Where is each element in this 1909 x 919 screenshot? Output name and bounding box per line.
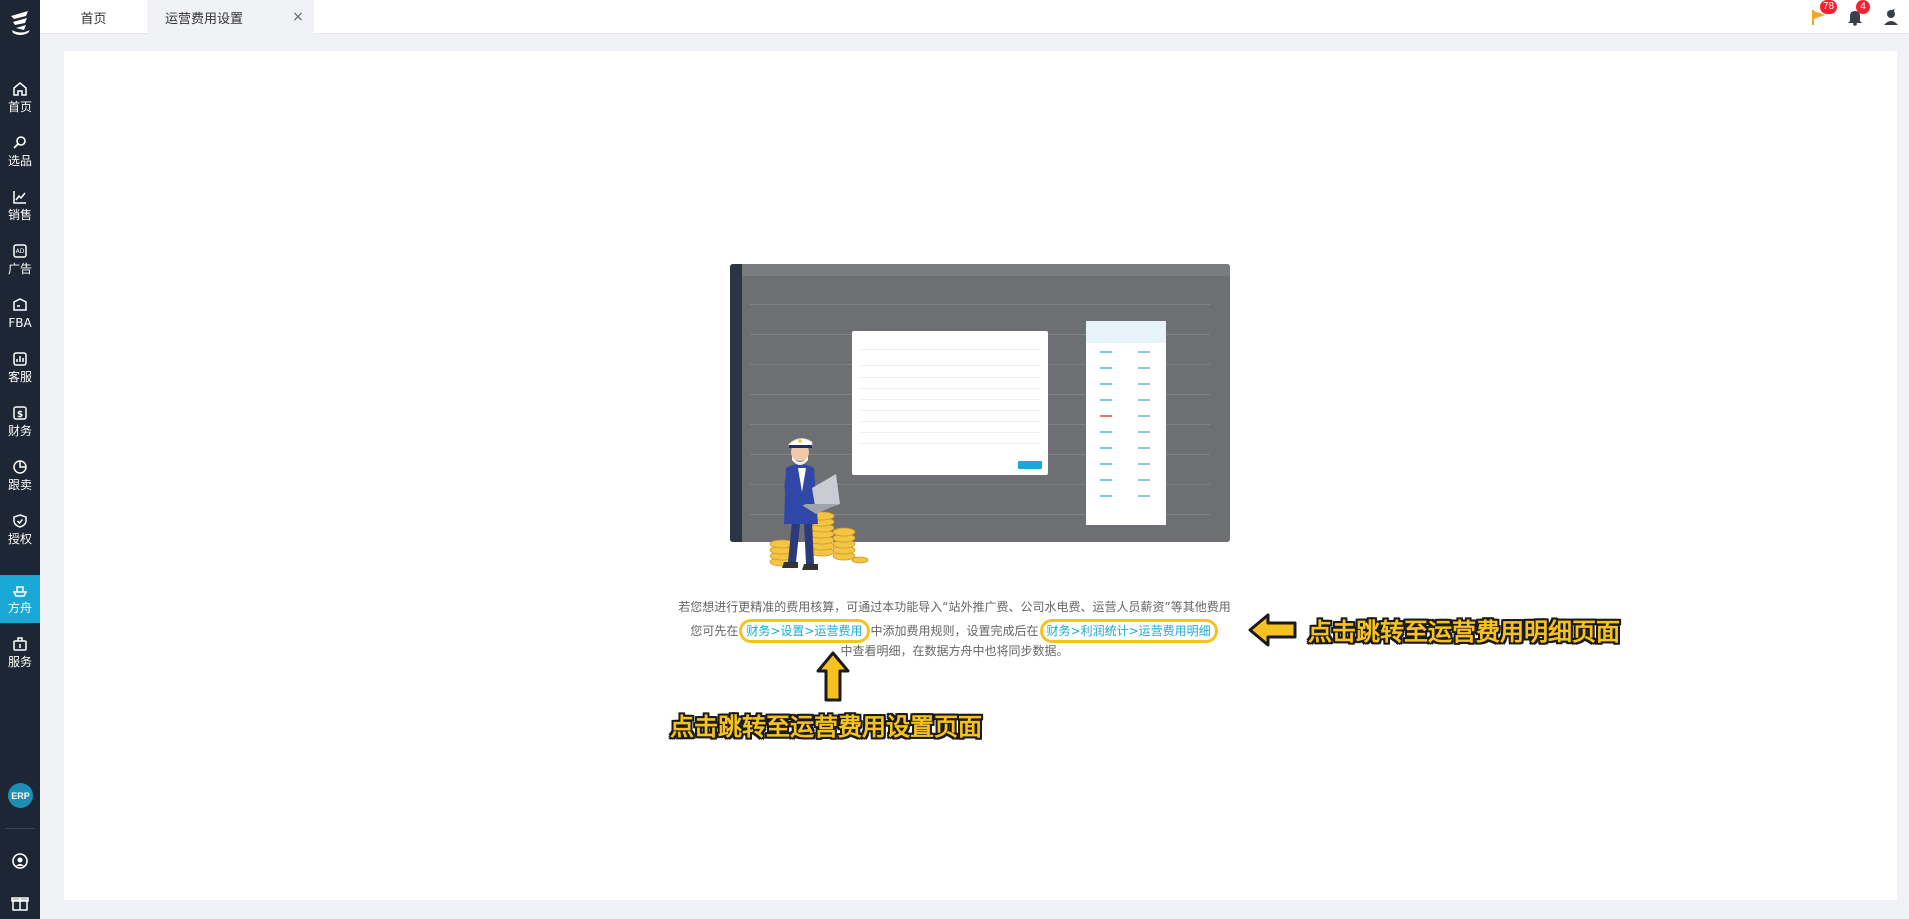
sidebar-item-label: 授权 xyxy=(7,532,32,546)
dollar-icon: $ xyxy=(11,404,29,422)
description-line-3: 中查看明细，在数据方舟中也将同步数据。 xyxy=(840,644,1069,658)
sidebar-item-sales[interactable]: 销售 xyxy=(0,182,40,230)
annotation-settings-page: 点击跳转至运营费用设置页面 xyxy=(670,713,982,741)
tab-operating-expense-settings[interactable]: 运营费用设置 × xyxy=(147,0,314,34)
sidebar-item-ark[interactable]: 方舟 xyxy=(0,575,40,623)
sidebar-item-label: 销售 xyxy=(7,208,32,222)
shield-icon xyxy=(11,512,29,530)
user-avatar[interactable] xyxy=(1880,6,1902,28)
sidebar-item-label: 跟卖 xyxy=(7,478,32,492)
sidebar-item-label: 首页 xyxy=(7,100,32,114)
ark-icon xyxy=(11,581,29,599)
detail-link-highlight: 财务>利润统计>运营费用明细 xyxy=(1039,619,1218,643)
settings-link-highlight: 财务>设置>运营费用 xyxy=(739,619,870,643)
avatar-icon xyxy=(1884,9,1898,25)
tab-home[interactable]: 首页 xyxy=(40,0,147,34)
home-icon xyxy=(11,80,29,98)
expense-detail-link[interactable]: 财务>利润统计>运营费用明细 xyxy=(1047,624,1211,638)
sidebar-item-auth[interactable]: 授权 xyxy=(0,506,40,554)
sidebar: 首页 选品 销售 AD 广告 FBA 客服 $ 财务 跟卖 授权 方舟 服务 E… xyxy=(0,0,40,919)
bar-chart-icon xyxy=(11,350,29,368)
captain-illustration xyxy=(769,438,869,570)
flag-count-badge: 78 xyxy=(1820,0,1838,14)
ad-icon: AD xyxy=(11,242,29,260)
close-icon[interactable]: × xyxy=(290,9,306,25)
sidebar-item-ads[interactable]: AD 广告 xyxy=(0,236,40,284)
bell-notification[interactable]: 4 xyxy=(1844,0,1870,28)
box-icon xyxy=(11,296,29,314)
sidebar-item-follow[interactable]: 跟卖 xyxy=(0,452,40,500)
sidebar-item-service[interactable]: 客服 xyxy=(0,344,40,392)
svg-text:AD: AD xyxy=(16,248,25,255)
chart-line-icon xyxy=(11,188,29,206)
sidebar-item-selection[interactable]: 选品 xyxy=(0,128,40,176)
annotation-detail-page: 点击跳转至运营费用明细页面 xyxy=(1308,618,1620,646)
sidebar-item-label: 客服 xyxy=(7,370,32,384)
description-prefix: 您可先在 xyxy=(690,624,739,638)
description-middle: 中添加费用规则，设置完成后在 xyxy=(870,624,1039,638)
sidebar-item-finance[interactable]: $ 财务 xyxy=(0,398,40,446)
sidebar-item-label: 选品 xyxy=(7,154,32,168)
expense-settings-link[interactable]: 财务>设置>运营费用 xyxy=(746,624,862,638)
search-icon xyxy=(11,134,29,152)
bell-count-badge: 4 xyxy=(1856,0,1870,14)
sidebar-item-label: 财务 xyxy=(7,424,32,438)
svg-text:$: $ xyxy=(17,410,23,420)
arrow-left-icon xyxy=(1248,613,1297,647)
gift-icon[interactable] xyxy=(10,892,30,912)
tab-label: 运营费用设置 xyxy=(165,11,244,27)
flag-notification[interactable]: 78 xyxy=(1808,0,1838,28)
sidebar-item-fba[interactable]: FBA xyxy=(0,290,40,338)
top-bar: 首页 运营费用设置 × 78 4 xyxy=(40,0,1909,34)
app-logo[interactable] xyxy=(8,8,34,38)
sidebar-divider xyxy=(6,828,34,829)
pie-chart-icon xyxy=(11,458,29,476)
description-line-2: 您可先在 财务>设置>运营费用 中添加费用规则，设置完成后在 财务>利润统计>运营费用… xyxy=(0,619,1909,643)
support-icon[interactable] xyxy=(10,851,30,871)
sidebar-item-label: 广告 xyxy=(7,262,32,276)
sidebar-item-home[interactable]: 首页 xyxy=(0,74,40,122)
arrow-up-icon xyxy=(816,651,850,702)
sidebar-item-label: FBA xyxy=(8,316,32,330)
description-line-1: 若您想进行更精准的费用核算，可通过本功能导入“站外推广费、公司水电费、运营人员薪… xyxy=(678,600,1231,614)
erp-badge[interactable]: ERP xyxy=(8,783,33,808)
